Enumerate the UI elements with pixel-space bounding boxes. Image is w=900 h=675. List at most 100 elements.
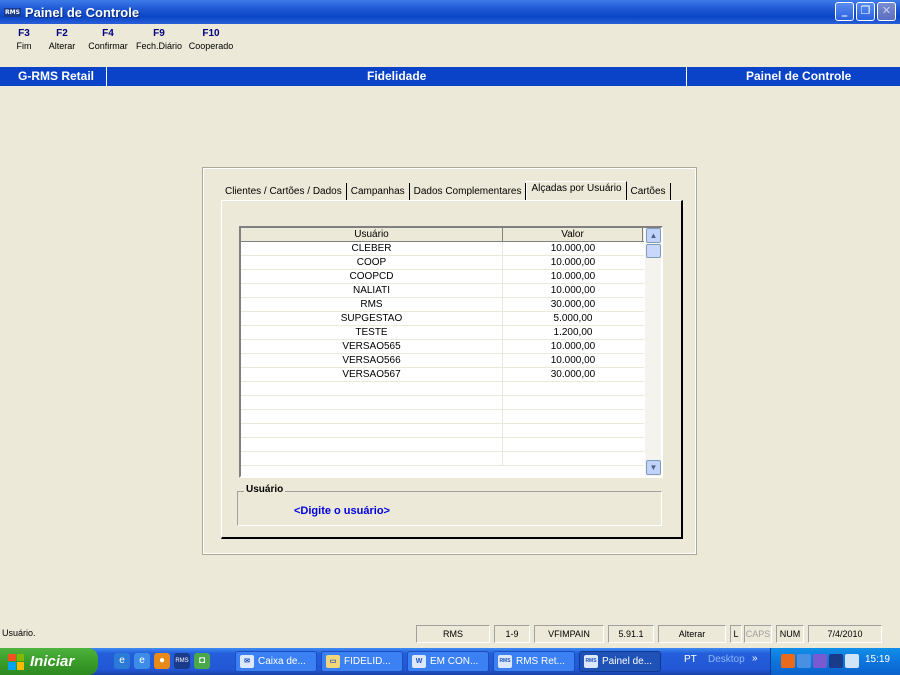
system-tray: 15:19 (770, 648, 900, 675)
task-label: RMS Ret... (516, 656, 565, 667)
table-row[interactable]: CLEBER 10.000,00 (241, 242, 661, 256)
tab-campanhas[interactable]: Campanhas (347, 183, 410, 201)
status-user: RMS (416, 625, 490, 643)
cell-valor (503, 438, 643, 451)
cell-valor (503, 410, 643, 423)
table-row[interactable]: COOPCD 10.000,00 (241, 270, 661, 284)
cell-valor: 10.000,00 (550, 355, 596, 366)
task-label: Painel de... (602, 656, 653, 667)
table-row[interactable] (241, 410, 661, 424)
ie-icon[interactable]: e (114, 653, 130, 669)
table-row[interactable]: VERSAO566 10.000,00 (241, 354, 661, 368)
table-row[interactable] (241, 382, 661, 396)
chevron-double-icon[interactable]: » (752, 653, 758, 664)
scroll-down-icon[interactable]: ▼ (646, 460, 661, 475)
fkey-label: Fech.Diário (135, 41, 182, 51)
cell-usuario: CLEBER (241, 242, 503, 255)
rms-quicklaunch-icon[interactable]: RMS (174, 653, 190, 669)
cell-valor: 30.000,00 (550, 299, 596, 310)
cell-valor (503, 452, 643, 465)
tab-cartoes[interactable]: Cartões (627, 183, 671, 201)
table-row[interactable]: NALIATI 10.000,00 (241, 284, 661, 298)
task-label: EM CON... (430, 656, 479, 667)
table-row[interactable] (241, 396, 661, 410)
table-row[interactable]: VERSAO565 10.000,00 (241, 340, 661, 354)
alcadas-grid[interactable]: Usuário Valor CLEBER 10.000,00 COOP 10.000,… (239, 226, 663, 478)
tray-tool-icon[interactable] (845, 654, 859, 668)
window-title: Painel de Controle (24, 4, 140, 20)
grid-body: CLEBER 10.000,00 COOP 10.000,00 COOPCD 10.000… (241, 242, 661, 466)
fkey-label: Confirmar (88, 41, 128, 51)
fkey-fim[interactable]: F3 Fim (4, 28, 44, 64)
column-header-valor[interactable]: Valor (503, 228, 643, 241)
table-row[interactable] (241, 452, 661, 466)
task-fidelid[interactable]: ▭ FIDELID... (321, 651, 403, 672)
app-icon: RMS (4, 7, 21, 17)
cell-usuario: NALIATI (241, 284, 503, 297)
table-row[interactable]: RMS 30.000,00 (241, 298, 661, 312)
task-rms-retail[interactable]: RMS RMS Ret... (493, 651, 575, 672)
header-divider (106, 67, 107, 86)
tray-network-icon[interactable] (797, 654, 811, 668)
task-painel-de-controle[interactable]: RMS Painel de... (579, 651, 661, 672)
grid-vertical-scrollbar[interactable]: ▲ ▼ (644, 228, 661, 476)
fkey-fech-diario[interactable]: F9 Fech.Diário (134, 28, 184, 64)
cell-valor: 10.000,00 (550, 257, 596, 268)
table-row[interactable]: TESTE 1.200,00 (241, 326, 661, 340)
cell-usuario: VERSAO567 (241, 368, 503, 381)
fkey-cooperado[interactable]: F10 Cooperado (188, 28, 234, 64)
cell-usuario (241, 452, 503, 465)
usuario-input-hint[interactable]: <Digite o usuário> (294, 505, 390, 517)
minimize-button[interactable]: _ (835, 2, 854, 21)
cell-valor: 10.000,00 (550, 341, 596, 352)
word-icon: W (412, 655, 426, 668)
tray-messenger-icon[interactable] (813, 654, 827, 668)
column-header-usuario[interactable]: Usuário (241, 228, 503, 241)
tray-fire-icon[interactable] (781, 654, 795, 668)
task-label: Caixa de... (258, 656, 306, 667)
cell-valor (503, 382, 643, 395)
table-row[interactable] (241, 438, 661, 452)
header-divider (686, 67, 687, 86)
fkey-code: F2 (56, 28, 68, 39)
status-program: VFIMPAIN (534, 625, 604, 643)
fkey-label: Cooperado (188, 41, 234, 51)
fkey-code: F4 (102, 28, 114, 39)
media-icon[interactable]: ● (154, 653, 170, 669)
windows-flag-icon (8, 653, 24, 670)
tab-dados-complementares[interactable]: Dados Complementares (410, 183, 527, 201)
scroll-thumb[interactable] (646, 244, 661, 258)
language-indicator[interactable]: PT (684, 654, 697, 665)
fkey-alterar[interactable]: F2 Alterar (48, 28, 76, 64)
start-label: Iniciar (30, 653, 75, 670)
status-date: 7/4/2010 (808, 625, 882, 643)
desktop-quicklaunch-icon[interactable]: ◘ (194, 653, 210, 669)
desktop-toolbar[interactable]: Desktop (708, 654, 745, 665)
task-caixa[interactable]: ✉ Caixa de... (235, 651, 317, 672)
table-row[interactable] (241, 424, 661, 438)
cell-usuario: COOP (241, 256, 503, 269)
cell-usuario: COOPCD (241, 270, 503, 283)
scroll-up-icon[interactable]: ▲ (646, 228, 661, 243)
task-label: FIDELID... (344, 656, 391, 667)
clock: 15:19 (864, 654, 890, 665)
status-l: L (730, 625, 742, 643)
ie-alt-icon[interactable]: e (134, 653, 150, 669)
table-row[interactable]: VERSAO567 30.000,00 (241, 368, 661, 382)
window-titlebar: RMS Painel de Controle _ ❐ ✕ (0, 0, 900, 24)
table-row[interactable]: COOP 10.000,00 (241, 256, 661, 270)
close-button[interactable]: ✕ (877, 2, 896, 21)
mail-icon: ✉ (240, 655, 254, 668)
tab-clientes-cartoes-dados[interactable]: Clientes / Cartões / Dados (221, 183, 347, 201)
tab-alcadas-por-usuario[interactable]: Alçadas por Usuário (526, 181, 627, 201)
restore-button[interactable]: ❐ (856, 2, 875, 21)
tray-rms-icon[interactable] (829, 654, 843, 668)
table-row[interactable]: SUPGESTAO 5.000,00 (241, 312, 661, 326)
cell-usuario: VERSAO565 (241, 340, 503, 353)
task-em-con[interactable]: W EM CON... (407, 651, 489, 672)
cell-usuario (241, 396, 503, 409)
status-mode: Alterar (658, 625, 726, 643)
start-button[interactable]: Iniciar (0, 648, 98, 675)
fkey-confirmar[interactable]: F4 Confirmar (86, 28, 130, 64)
fkey-code: F3 (18, 28, 30, 39)
